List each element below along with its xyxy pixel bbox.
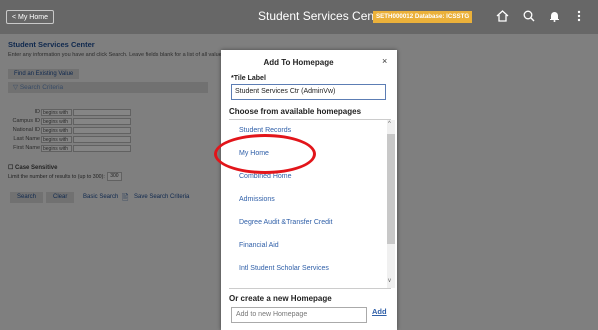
homepage-option-admissions[interactable]: Admissions [239,196,275,203]
more-icon[interactable] [577,10,581,24]
homepage-option-intl-student[interactable]: Intl Student Scholar Services [239,265,329,272]
close-icon[interactable]: × [382,56,387,66]
divider [229,288,391,289]
back-button[interactable]: < My Home [6,10,54,24]
homepage-option-degree-audit[interactable]: Degree Audit &Transfer Credit [239,219,333,226]
homepage-option-student-records[interactable]: Student Records [239,127,291,134]
tile-label-heading: *Tile Label [231,75,266,82]
bell-icon[interactable] [549,10,560,24]
add-button[interactable]: Add [372,307,387,316]
add-to-homepage-dialog: Add To Homepage × *Tile Label Student Se… [221,50,397,330]
scrollbar-thumb[interactable] [387,134,395,244]
search-icon[interactable] [523,10,535,24]
new-homepage-input[interactable]: Add to new Homepage [231,307,367,323]
homepage-list-scrollbar[interactable]: ^ v [387,120,395,288]
page-title: Student Services Center [258,9,389,23]
tile-label-input[interactable]: Student Services Ctr (AdminVw) [231,84,386,100]
top-bar: < My Home Student Services Center SETH00… [0,0,598,34]
database-badge: SETH000012 Database: ICSSTG [373,11,473,23]
choose-homepages-heading: Choose from available homepages [229,107,362,116]
highlight-ellipse [214,134,316,174]
scroll-down-icon[interactable]: v [388,278,391,284]
create-homepage-heading: Or create a new Homepage [229,294,332,303]
dialog-title: Add To Homepage [263,58,334,67]
homepage-option-financial-aid[interactable]: Financial Aid [239,242,279,249]
homepage-option-combined-home[interactable]: Combined Home [239,173,292,180]
home-icon[interactable] [496,10,509,24]
scroll-up-icon[interactable]: ^ [388,121,391,127]
